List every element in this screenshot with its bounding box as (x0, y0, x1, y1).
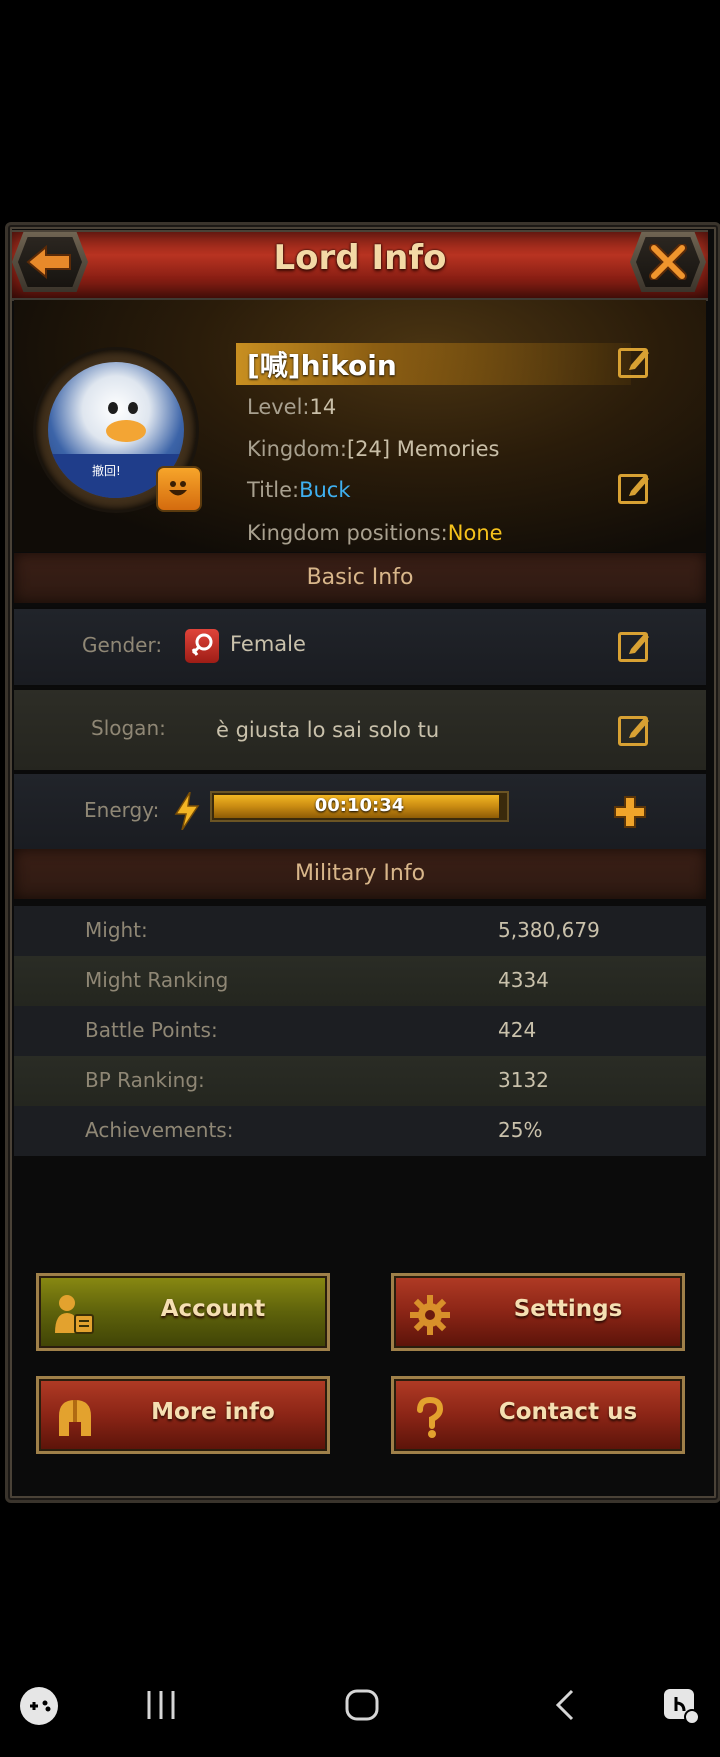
stat-value: 3132 (498, 1068, 549, 1092)
helmet-icon (59, 1400, 91, 1436)
lightning-icon (174, 792, 200, 830)
close-button[interactable] (630, 232, 706, 292)
back-button[interactable] (12, 232, 88, 292)
gamepad-icon (20, 1687, 58, 1725)
energy-label: Energy: (84, 798, 160, 822)
stat-row-bp-ranking: BP Ranking: 3132 (14, 1056, 706, 1106)
recent-apps-icon (147, 1691, 175, 1719)
stat-label: Battle Points: (85, 1018, 218, 1042)
close-x-icon (649, 244, 687, 280)
slogan-value: è giusta lo sai solo tu (216, 718, 440, 742)
assistant-button[interactable] (660, 1685, 702, 1727)
more-info-label: More info (151, 1399, 275, 1425)
level-line: Level:14 (247, 395, 336, 419)
edit-title-button[interactable] (618, 474, 649, 504)
edit-gender-button[interactable] (618, 632, 649, 662)
title-line: Title:Buck (247, 478, 351, 502)
slogan-row: Slogan: è giusta lo sai solo tu (14, 688, 706, 772)
question-mark-icon (417, 1396, 444, 1438)
positions-label: Kingdom positions: (247, 521, 448, 545)
title-label: Title: (247, 478, 300, 502)
stat-row-achievements: Achievements: 25% (14, 1106, 706, 1156)
energy-progress-bar: 00:10:34 (210, 791, 509, 822)
stat-value: 5,380,679 (498, 918, 600, 942)
home-button[interactable] (342, 1685, 382, 1725)
stat-label: Achievements: (85, 1118, 234, 1142)
military-info-header: Military Info (14, 849, 706, 899)
gear-icon (410, 1295, 450, 1335)
game-tools-button[interactable] (18, 1685, 60, 1727)
slogan-label: Slogan: (91, 716, 166, 740)
gender-label: Gender: (82, 633, 163, 657)
stat-value: 424 (498, 1018, 537, 1042)
stat-row-might-ranking: Might Ranking 4334 (14, 956, 706, 1006)
edit-pencil-icon (629, 475, 649, 496)
positions-value: None (447, 521, 503, 545)
stat-label: BP Ranking: (85, 1068, 205, 1092)
contact-us-button[interactable]: Contact us (391, 1376, 685, 1454)
chevron-left-icon (555, 1689, 574, 1721)
stat-value: 25% (498, 1118, 543, 1142)
add-energy-button[interactable] (610, 794, 650, 830)
settings-label: Settings (513, 1296, 623, 1322)
arrow-left-icon (26, 244, 71, 280)
recent-apps-button[interactable] (145, 1685, 177, 1725)
stat-label: Might: (85, 918, 148, 942)
stat-value: 4334 (498, 968, 549, 992)
touch-lock-icon (664, 1689, 700, 1725)
basic-info-header: Basic Info (14, 553, 706, 603)
user-card-icon (55, 1295, 94, 1334)
female-symbol-icon (185, 629, 219, 663)
lord-name: [喊]hikoin (247, 349, 397, 382)
edit-pencil-icon (629, 349, 649, 370)
energy-timer: 00:10:34 (314, 795, 405, 816)
edit-pencil-icon (629, 633, 649, 654)
positions-line: Kingdom positions:None (247, 521, 503, 545)
account-button[interactable]: Account (36, 1273, 330, 1351)
gender-value: Female (230, 632, 306, 656)
back-nav-button[interactable] (550, 1685, 580, 1725)
edit-slogan-button[interactable] (618, 716, 649, 746)
level-value: 14 (309, 395, 337, 419)
page-title: Lord Info (273, 238, 447, 278)
avatar-shirt-text: 撤回! (92, 464, 121, 478)
smiley-badge-icon[interactable] (156, 466, 202, 512)
kingdom-line: Kingdom:[24] Memories (247, 437, 499, 461)
edit-pencil-icon (629, 717, 649, 738)
plus-icon (614, 796, 646, 828)
home-icon (345, 1689, 379, 1721)
stat-row-might: Might: 5,380,679 (14, 906, 706, 956)
title-value: Buck (299, 478, 351, 502)
stat-label: Might Ranking (85, 968, 229, 992)
gender-row: Gender: Female (14, 607, 706, 687)
edit-name-button[interactable] (618, 348, 649, 378)
more-info-button[interactable]: More info (36, 1376, 330, 1454)
contact-us-label: Contact us (498, 1399, 638, 1425)
kingdom-value: [24] Memories (346, 437, 500, 461)
settings-button[interactable]: Settings (391, 1273, 685, 1351)
kingdom-label: Kingdom: (247, 437, 347, 461)
stat-row-battle-points: Battle Points: 424 (14, 1006, 706, 1056)
level-label: Level: (247, 395, 310, 419)
account-label: Account (160, 1296, 266, 1322)
